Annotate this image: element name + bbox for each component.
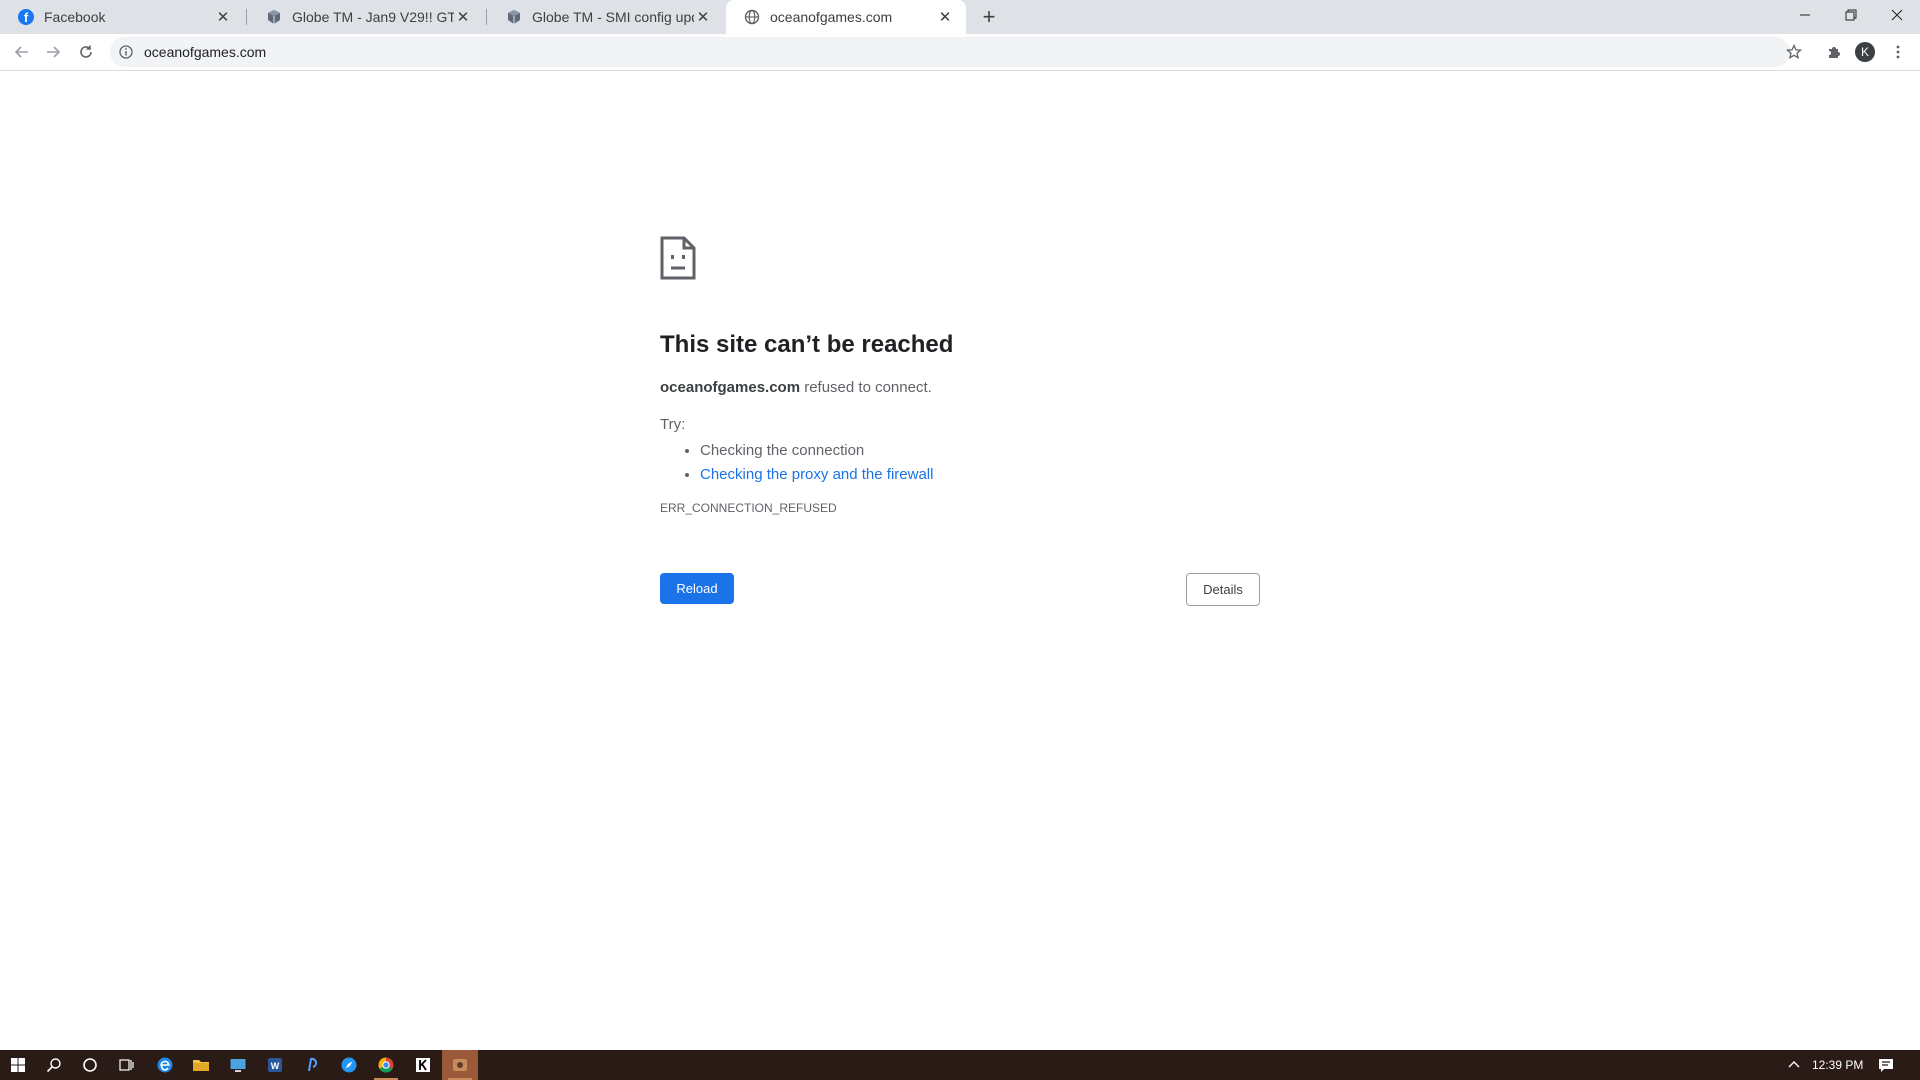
reload-button[interactable]: Reload bbox=[660, 573, 734, 604]
close-icon[interactable]: ✕ bbox=[936, 8, 954, 26]
suggestion-list: Checking the connection Checking the pro… bbox=[660, 439, 1260, 487]
address-bar-url[interactable]: oceanofgames.com bbox=[144, 44, 266, 60]
taskbar-search-button[interactable] bbox=[36, 1050, 72, 1080]
notifications-button[interactable] bbox=[1868, 1050, 1904, 1080]
minimize-icon bbox=[1800, 14, 1810, 16]
list-item: Checking the connection bbox=[700, 439, 1260, 463]
close-icon[interactable]: ✕ bbox=[454, 8, 472, 26]
app-game-icon bbox=[453, 1059, 467, 1071]
notification-icon bbox=[1879, 1059, 1893, 1072]
minimize-button[interactable] bbox=[1782, 0, 1828, 30]
monitor-icon bbox=[230, 1059, 246, 1072]
taskbar-clock[interactable]: 12:39 PM bbox=[1812, 1050, 1863, 1080]
close-icon[interactable]: ✕ bbox=[214, 8, 232, 26]
tab-strip: f Facebook ✕ Globe TM - Jan9 V29!! GTM N… bbox=[0, 0, 1920, 34]
try-label: Try: bbox=[660, 416, 686, 433]
compass-icon bbox=[341, 1057, 357, 1073]
details-button[interactable]: Details bbox=[1186, 573, 1260, 606]
svg-text:W: W bbox=[271, 1061, 280, 1071]
tab-title: Facebook bbox=[44, 9, 106, 25]
extensions-button[interactable] bbox=[1822, 40, 1846, 64]
avatar: K bbox=[1855, 42, 1875, 62]
tab-globe-tm-jan9[interactable]: Globe TM - Jan9 V29!! GTM No L ✕ bbox=[248, 0, 484, 34]
taskbar-chrome[interactable] bbox=[368, 1050, 404, 1080]
address-bar[interactable]: oceanofgames.com bbox=[110, 37, 1790, 67]
forward-button[interactable] bbox=[41, 40, 65, 64]
restore-button[interactable] bbox=[1828, 0, 1874, 30]
edge-icon bbox=[157, 1057, 173, 1073]
taskbar-edge[interactable] bbox=[147, 1050, 183, 1080]
taskbar-safari-like[interactable] bbox=[331, 1050, 367, 1080]
new-tab-button[interactable]: + bbox=[976, 4, 1002, 30]
tab-globe-tm-smi[interactable]: Globe TM - SMI config updates ✕ bbox=[488, 0, 724, 34]
folder-icon bbox=[193, 1060, 209, 1071]
profile-button[interactable]: K bbox=[1853, 40, 1877, 64]
taskbar-word[interactable]: W bbox=[257, 1050, 293, 1080]
error-message: oceanofgames.com refused to connect. bbox=[660, 379, 1260, 396]
cortana-button[interactable] bbox=[72, 1050, 108, 1080]
facebook-icon: f bbox=[18, 9, 34, 25]
tab-title: Globe TM - Jan9 V29!! GTM No L bbox=[292, 9, 454, 25]
taskbar-app-active[interactable] bbox=[442, 1050, 478, 1080]
suggestion-text: Checking the connection bbox=[700, 442, 865, 459]
close-icon[interactable]: ✕ bbox=[694, 8, 712, 26]
globe-icon bbox=[744, 9, 760, 25]
error-host: oceanofgames.com bbox=[660, 379, 801, 396]
info-icon[interactable] bbox=[118, 44, 134, 60]
windows-taskbar: W 12:39 PM bbox=[0, 1050, 1920, 1080]
taskbar-remote-desktop[interactable] bbox=[220, 1050, 256, 1080]
taskbar-file-explorer[interactable] bbox=[183, 1050, 219, 1080]
close-window-button[interactable] bbox=[1874, 0, 1920, 30]
bookmark-star-button[interactable] bbox=[1782, 40, 1806, 64]
app-blue-icon bbox=[308, 1057, 318, 1072]
chrome-icon bbox=[378, 1057, 394, 1073]
cortana-icon bbox=[83, 1058, 97, 1072]
reload-toolbar-button[interactable] bbox=[74, 40, 98, 64]
error-message-suffix: refused to connect. bbox=[800, 379, 932, 396]
word-icon: W bbox=[268, 1058, 282, 1072]
browser-menu-button[interactable] bbox=[1886, 40, 1910, 64]
reload-icon bbox=[80, 45, 92, 58]
tab-title: Globe TM - SMI config updates bbox=[532, 9, 694, 25]
close-icon bbox=[1891, 9, 1903, 21]
tab-oceanofgames[interactable]: oceanofgames.com ✕ bbox=[726, 0, 966, 34]
taskbar-app-k[interactable] bbox=[405, 1050, 441, 1080]
back-button[interactable] bbox=[10, 40, 34, 64]
puzzle-icon bbox=[1829, 47, 1840, 58]
proxy-firewall-link[interactable]: Checking the proxy and the firewall bbox=[700, 466, 933, 483]
start-button[interactable] bbox=[0, 1050, 36, 1080]
browser-toolbar: oceanofgames.com K bbox=[0, 34, 1920, 71]
error-code: ERR_CONNECTION_REFUSED bbox=[660, 501, 837, 515]
tab-separator bbox=[246, 9, 247, 25]
task-view-icon bbox=[119, 1059, 134, 1071]
error-page: This site can’t be reached oceanofgames.… bbox=[660, 236, 1260, 515]
cube-icon bbox=[508, 10, 520, 24]
list-item: Checking the proxy and the firewall bbox=[700, 463, 1260, 487]
tab-facebook[interactable]: f Facebook ✕ bbox=[0, 0, 244, 34]
chevron-up-icon bbox=[1788, 1061, 1800, 1068]
windows-logo-icon bbox=[11, 1058, 25, 1072]
taskbar-app-blue[interactable] bbox=[294, 1050, 330, 1080]
search-icon bbox=[46, 1058, 61, 1073]
task-view-button[interactable] bbox=[108, 1050, 144, 1080]
cube-icon bbox=[268, 10, 280, 24]
error-title: This site can’t be reached bbox=[660, 331, 954, 358]
restore-icon bbox=[1845, 9, 1857, 21]
sad-page-icon bbox=[660, 236, 696, 280]
more-vert-icon bbox=[1896, 45, 1900, 59]
tab-title: oceanofgames.com bbox=[770, 9, 893, 25]
tab-separator bbox=[486, 9, 487, 25]
arrow-left-icon bbox=[14, 46, 28, 58]
app-k-icon bbox=[416, 1058, 430, 1072]
show-hidden-icons-button[interactable] bbox=[1776, 1050, 1812, 1080]
arrow-right-icon bbox=[47, 46, 61, 58]
star-icon bbox=[1786, 44, 1802, 60]
